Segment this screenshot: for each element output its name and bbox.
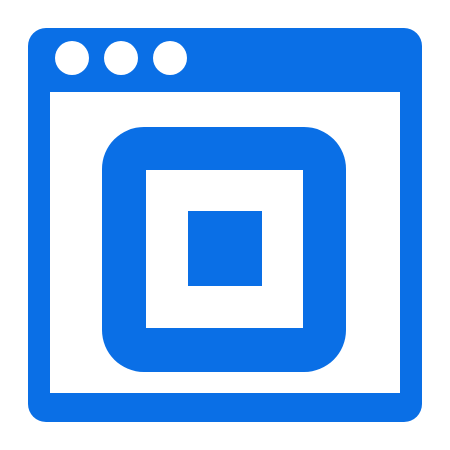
window-control-dot-3 — [153, 41, 187, 75]
square-logo-center — [188, 211, 262, 286]
icon-canvas — [0, 0, 450, 450]
browser-window-icon — [28, 28, 422, 422]
window-control-dot-2 — [104, 41, 138, 75]
window-control-dot-1 — [55, 41, 89, 75]
